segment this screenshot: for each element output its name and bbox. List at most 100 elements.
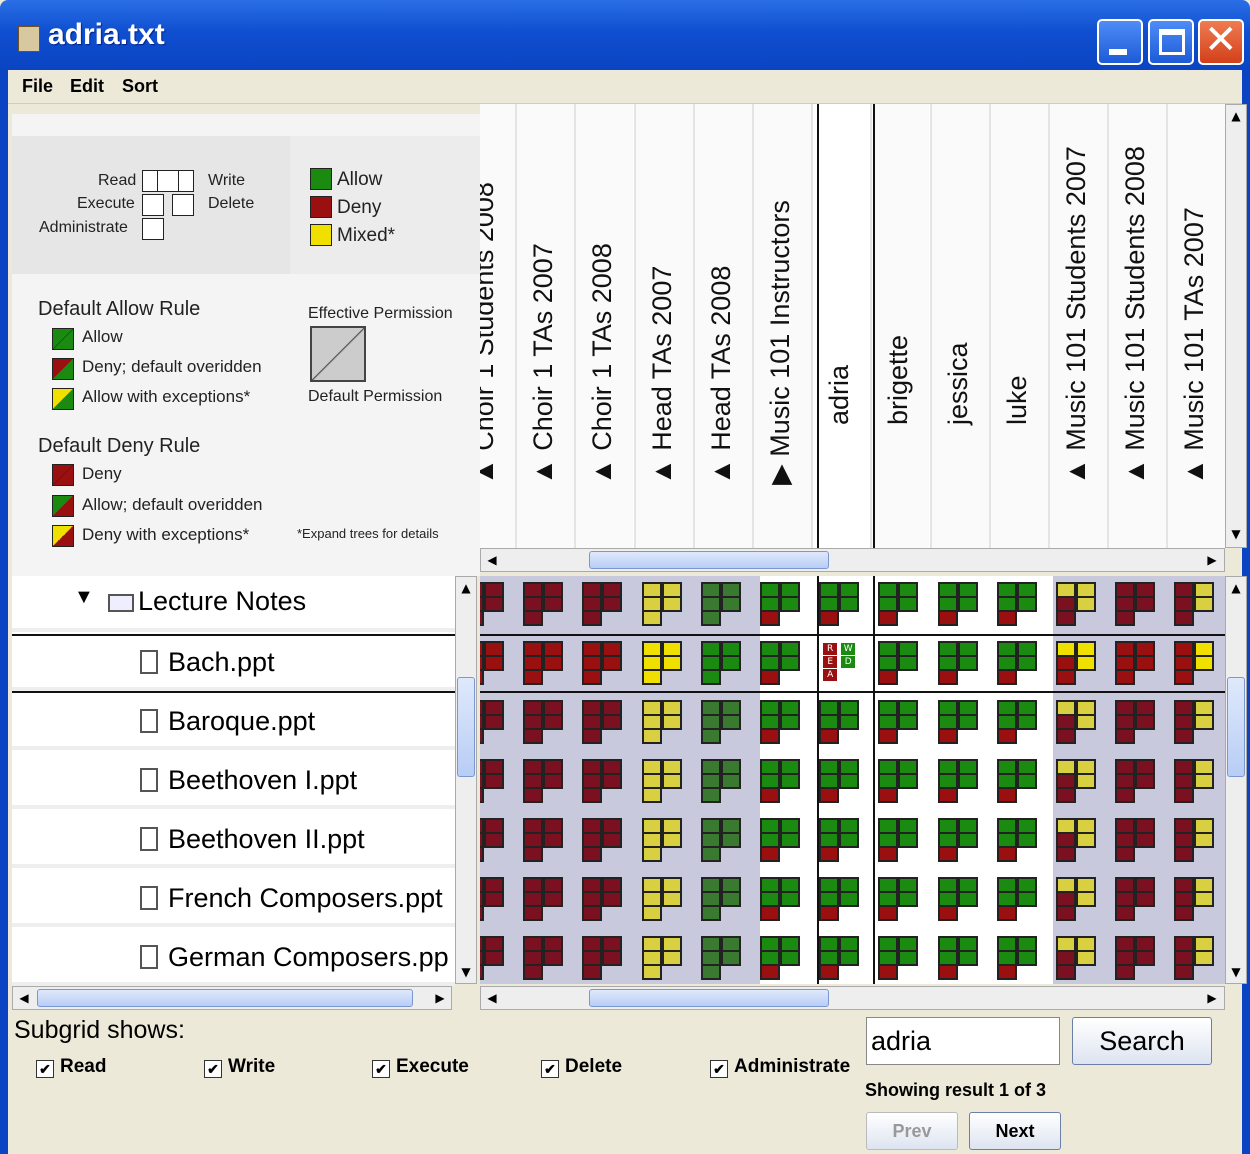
checkmark-icon[interactable]: ✔ <box>204 1060 222 1078</box>
permission-cell[interactable] <box>937 759 978 803</box>
permission-cell[interactable] <box>641 877 682 921</box>
column-header[interactable]: ▲ Music 101 Students 2008 <box>1107 104 1167 548</box>
column-header[interactable]: ▲ Choir 1 TAs 2008 <box>574 104 634 548</box>
permission-cell[interactable] <box>996 818 1037 862</box>
permission-cell[interactable] <box>819 936 860 980</box>
tree-file-row[interactable]: Beethoven I.ppt <box>12 753 455 809</box>
permission-cell[interactable] <box>582 936 623 980</box>
permission-cell[interactable] <box>480 582 504 626</box>
permission-cell[interactable] <box>582 700 623 744</box>
permission-cell[interactable] <box>1174 936 1215 980</box>
permission-cell[interactable] <box>878 936 919 980</box>
tree-file-row[interactable]: Beethoven II.ppt <box>12 812 455 868</box>
permission-grid[interactable]: RWEDA <box>480 576 1225 984</box>
permission-cell[interactable] <box>996 759 1037 803</box>
scroll-left-icon[interactable]: ◀ <box>483 551 501 569</box>
permission-cell[interactable] <box>819 818 860 862</box>
permission-cell[interactable] <box>582 582 623 626</box>
permission-cell[interactable] <box>1056 936 1096 980</box>
permission-cell[interactable] <box>819 582 860 626</box>
tree-folder-row[interactable]: ▼ Lecture Notes <box>12 576 455 632</box>
column-header[interactable]: brigette <box>870 104 930 548</box>
checkmark-icon[interactable]: ✔ <box>541 1060 559 1078</box>
next-button[interactable]: Next <box>969 1112 1061 1150</box>
scroll-right-icon[interactable]: ▶ <box>1203 551 1221 569</box>
scroll-right-icon[interactable]: ▶ <box>431 989 449 1007</box>
scrollbar-thumb[interactable] <box>457 677 475 777</box>
close-button[interactable]: ✕ <box>1198 17 1244 65</box>
permission-cell[interactable] <box>937 582 978 626</box>
permission-cell[interactable] <box>878 582 919 626</box>
permission-cell[interactable] <box>523 700 564 744</box>
permission-cell[interactable] <box>1056 641 1096 685</box>
permission-cell[interactable] <box>760 936 800 980</box>
permission-cell[interactable]: RWEDA <box>819 641 859 681</box>
permission-cell[interactable] <box>523 818 564 862</box>
permission-cell[interactable] <box>641 936 682 980</box>
permission-cell[interactable] <box>1174 700 1215 744</box>
permission-cell[interactable] <box>1056 582 1096 626</box>
scroll-up-icon[interactable]: ▲ <box>1227 579 1245 597</box>
permission-cell[interactable] <box>1115 759 1156 803</box>
scroll-down-icon[interactable]: ▼ <box>1227 963 1245 981</box>
permission-cell[interactable] <box>1174 582 1215 626</box>
permission-cell[interactable] <box>937 641 978 685</box>
header-horizontal-scrollbar[interactable]: ◀ ▶ <box>480 548 1225 572</box>
minimize-button[interactable] <box>1097 19 1143 65</box>
permission-cell[interactable] <box>760 641 800 685</box>
scroll-down-icon[interactable]: ▼ <box>457 963 475 981</box>
menu-sort[interactable]: Sort <box>122 76 158 97</box>
permission-cell[interactable] <box>937 877 978 921</box>
column-header[interactable]: ▲ Choir 1 Students 2008 <box>480 104 515 548</box>
permission-cell[interactable] <box>1174 877 1215 921</box>
tree-file-row[interactable]: French Composers.ppt <box>12 871 455 927</box>
column-header[interactable]: ▲ Music 101 TAs 2007 <box>1166 104 1225 548</box>
permission-cell[interactable] <box>1056 877 1096 921</box>
permission-cell[interactable] <box>996 700 1037 744</box>
grid-vertical-scrollbar[interactable]: ▲ ▼ <box>1225 576 1247 984</box>
prev-button[interactable]: Prev <box>866 1112 958 1150</box>
menu-file[interactable]: File <box>22 76 53 97</box>
delete-checkbox[interactable]: ✔ Delete <box>541 1056 622 1078</box>
permission-cell[interactable] <box>1115 700 1156 744</box>
permission-cell[interactable] <box>819 877 860 921</box>
scroll-down-icon[interactable]: ▼ <box>1227 525 1245 543</box>
scrollbar-thumb[interactable] <box>1227 677 1245 777</box>
permission-cell[interactable] <box>523 759 564 803</box>
permission-cell[interactable] <box>480 936 504 980</box>
permission-cell[interactable] <box>480 641 504 685</box>
permission-cell[interactable] <box>996 582 1037 626</box>
permission-cell[interactable] <box>700 641 741 685</box>
permission-cell[interactable] <box>700 700 741 744</box>
permission-cell[interactable] <box>1056 818 1096 862</box>
header-vertical-scrollbar[interactable]: ▲ ▼ <box>1225 104 1247 548</box>
column-header[interactable]: ▶ Music 101 Instructors <box>752 104 811 548</box>
maximize-button[interactable] <box>1148 19 1194 65</box>
scroll-up-icon[interactable]: ▲ <box>457 579 475 597</box>
permission-cell[interactable] <box>760 700 800 744</box>
permission-cell[interactable] <box>878 700 919 744</box>
scrollbar-thumb[interactable] <box>589 551 829 569</box>
permission-cell[interactable] <box>480 877 504 921</box>
permission-cell[interactable] <box>700 759 741 803</box>
permission-cell[interactable] <box>819 759 860 803</box>
scroll-left-icon[interactable]: ◀ <box>483 989 501 1007</box>
permission-cell[interactable] <box>1115 936 1156 980</box>
permission-cell[interactable] <box>641 818 682 862</box>
column-header[interactable]: jessica <box>929 104 989 548</box>
permission-cell[interactable] <box>1174 818 1215 862</box>
permission-cell[interactable] <box>700 877 741 921</box>
execute-checkbox[interactable]: ✔ Execute <box>372 1056 469 1078</box>
column-header[interactable]: ▲ Head TAs 2008 <box>692 104 752 548</box>
expanded-triangle-icon[interactable]: ▼ <box>74 586 94 609</box>
tree-vertical-scrollbar[interactable]: ▲ ▼ <box>455 576 477 984</box>
permission-cell[interactable] <box>937 818 978 862</box>
permission-cell[interactable] <box>878 759 919 803</box>
permission-cell[interactable] <box>641 700 682 744</box>
permission-cell[interactable] <box>1115 877 1156 921</box>
permission-cell[interactable] <box>996 641 1037 685</box>
permission-cell[interactable] <box>523 582 564 626</box>
permission-cell[interactable] <box>641 641 682 685</box>
permission-cell[interactable] <box>760 759 800 803</box>
scrollbar-thumb[interactable] <box>37 989 413 1007</box>
